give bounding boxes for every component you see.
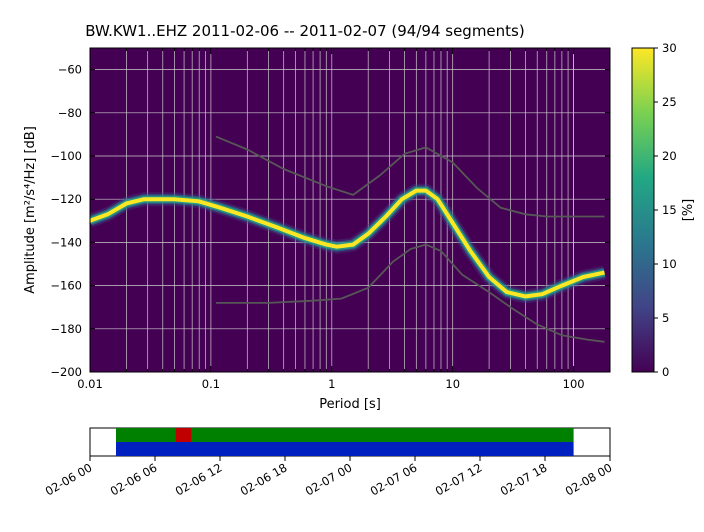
svg-text:0.01: 0.01 — [77, 377, 103, 391]
svg-text:02-06 18: 02-06 18 — [238, 460, 290, 498]
svg-text:1: 1 — [328, 377, 335, 391]
svg-text:02-06 06: 02-06 06 — [108, 460, 160, 498]
svg-text:02-07 12: 02-07 12 — [433, 460, 485, 498]
colorbar-label: [%] — [681, 199, 696, 222]
svg-text:20: 20 — [662, 149, 677, 163]
colorbar-gradient — [632, 48, 654, 372]
chart-title: BW.KW1..EHZ 2011-02-06 -- 2011-02-07 (94… — [0, 22, 610, 40]
svg-text:100: 100 — [563, 377, 585, 391]
colorbar-ticks: 0 5 10 15 20 25 30 — [654, 41, 677, 379]
svg-text:02-06 00: 02-06 00 — [43, 460, 95, 498]
svg-text:10: 10 — [662, 257, 677, 271]
svg-text:−160: −160 — [50, 279, 82, 293]
x-axis-label: Period [s] — [319, 397, 381, 412]
svg-text:0: 0 — [662, 365, 669, 379]
svg-text:−80: −80 — [58, 106, 82, 120]
heatmap-bg — [90, 48, 610, 372]
svg-text:−60: −60 — [58, 63, 82, 77]
svg-text:30: 30 — [662, 41, 677, 55]
svg-text:0.1: 0.1 — [202, 377, 220, 391]
svg-text:02-08 00: 02-08 00 — [563, 460, 615, 498]
svg-text:15: 15 — [662, 203, 677, 217]
svg-text:−120: −120 — [50, 192, 82, 206]
y-axis-label: Amplitude [m²/s⁴/Hz] [dB] — [23, 126, 38, 294]
ppsd-figure: −60−80−100−120−140−160−180−200 0.010.111… — [0, 0, 704, 528]
svg-text:25: 25 — [662, 95, 677, 109]
timeline-ticks: 02-06 00 02-06 06 02-06 12 02-06 18 02-07 00… — [43, 456, 615, 498]
svg-text:02-07 00: 02-07 00 — [303, 460, 355, 498]
timeline-axes: 02-06 00 02-06 06 02-06 12 02-06 18 02-07 00… — [43, 428, 615, 498]
svg-text:10: 10 — [445, 377, 460, 391]
svg-text:−180: −180 — [50, 322, 82, 336]
colorbar: 0 5 10 15 20 25 30 [%] — [632, 41, 696, 379]
svg-text:02-07 06: 02-07 06 — [368, 460, 420, 498]
timeline-bars — [116, 428, 574, 456]
main-axes: −60−80−100−120−140−160−180−200 0.010.111… — [23, 48, 610, 412]
svg-text:−140: −140 — [50, 235, 82, 249]
svg-text:5: 5 — [662, 311, 669, 325]
svg-text:02-07 18: 02-07 18 — [498, 460, 550, 498]
svg-text:−100: −100 — [50, 149, 82, 163]
svg-text:02-06 12: 02-06 12 — [173, 460, 225, 498]
